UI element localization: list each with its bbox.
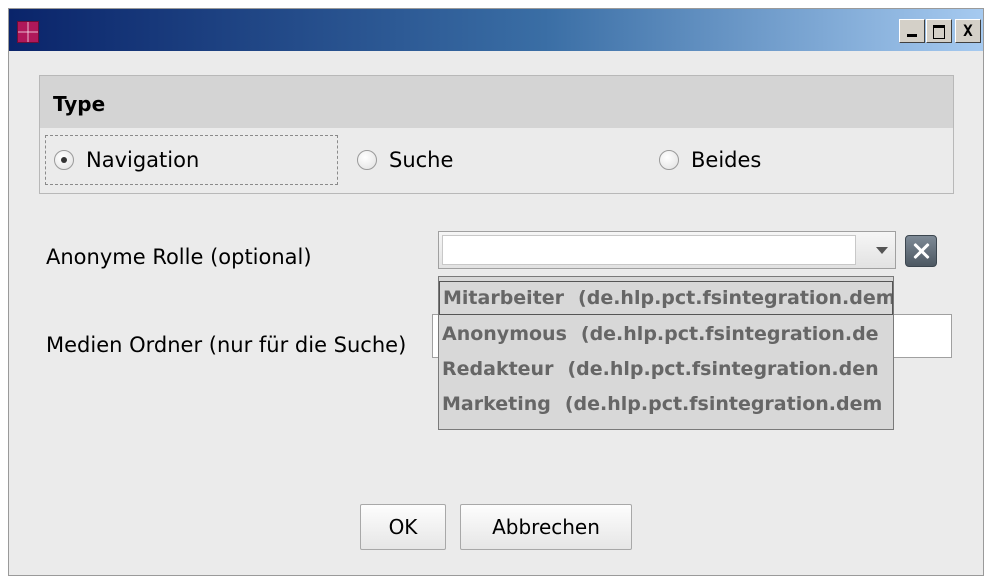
title-bar[interactable]: X (9, 9, 983, 51)
anonyme-rolle-label: Anonyme Rolle (optional) (46, 245, 312, 269)
radio-suche-icon[interactable] (357, 150, 377, 170)
chevron-down-icon[interactable] (876, 247, 888, 254)
list-item-role: Anonymous (442, 323, 567, 345)
role-dropdown-list[interactable]: Mitarbeiter (de.hlp.pct.fsintegration.de… (438, 276, 894, 430)
radio-beides-icon[interactable] (659, 150, 679, 170)
list-item[interactable]: Anonymous (de.hlp.pct.fsintegration.de (439, 317, 893, 351)
radio-beides[interactable]: Beides (659, 135, 761, 185)
radio-navigation-label: Navigation (86, 148, 200, 172)
list-item-role: Marketing (442, 393, 551, 415)
medien-ordner-label: Medien Ordner (nur für die Suche) (46, 333, 407, 357)
clear-role-button[interactable] (905, 235, 937, 267)
list-item[interactable]: Mitarbeiter (de.hlp.pct.fsintegration.de… (439, 281, 893, 315)
list-item-path: (de.hlp.pct.fsintegration.de (580, 323, 879, 345)
radio-navigation-icon[interactable] (54, 150, 74, 170)
anonyme-rolle-field[interactable] (442, 235, 856, 265)
anonyme-rolle-combobox[interactable] (438, 231, 896, 269)
close-button[interactable]: X (955, 19, 981, 43)
radio-suche-label: Suche (389, 148, 454, 172)
radio-beides-label: Beides (691, 148, 762, 172)
app-icon (17, 21, 39, 43)
maximize-button[interactable] (926, 19, 952, 43)
type-header: Type (40, 76, 953, 128)
list-item[interactable]: Marketing (de.hlp.pct.fsintegration.dem (439, 387, 893, 421)
ok-button[interactable]: OK (360, 504, 446, 550)
radio-navigation[interactable]: Navigation (45, 135, 338, 185)
type-title: Type (53, 92, 106, 116)
list-item-path: (de.hlp.pct.fsintegration.den (567, 358, 879, 380)
list-item-path: (de.hlp.pct.fsintegration.dem (564, 393, 883, 415)
list-item[interactable]: Redakteur (de.hlp.pct.fsintegration.den (439, 352, 893, 386)
list-item-role: Redakteur (442, 358, 554, 380)
radio-suche[interactable]: Suche (357, 135, 453, 185)
minimize-button[interactable] (899, 19, 925, 43)
list-item-path: (de.hlp.pct.fsintegration.dem (578, 287, 893, 309)
list-item-role: Mitarbeiter (443, 287, 565, 309)
cancel-button[interactable]: Abbrechen (460, 504, 632, 550)
